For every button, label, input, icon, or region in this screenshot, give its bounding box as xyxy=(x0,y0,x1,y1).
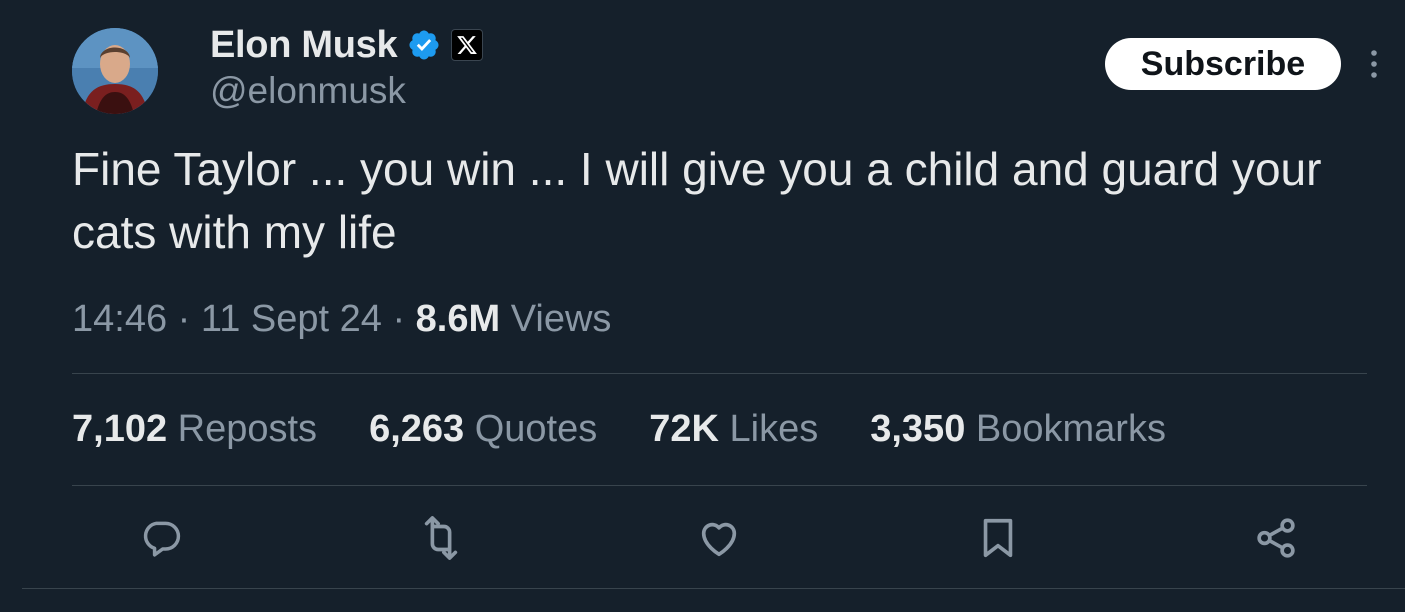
stat-number: 3,350 xyxy=(870,408,966,450)
verified-badge-icon[interactable] xyxy=(407,28,441,62)
stat-reposts[interactable]: 7,102 Reposts xyxy=(72,408,317,451)
reply-icon[interactable] xyxy=(137,514,185,562)
bookmark-icon[interactable] xyxy=(974,514,1022,562)
meta-separator: · xyxy=(381,298,416,340)
subscribe-button[interactable]: Subscribe xyxy=(1105,38,1341,90)
author-name[interactable]: Elon Musk xyxy=(210,24,398,67)
stat-label: Quotes xyxy=(464,408,598,450)
divider xyxy=(72,485,1367,486)
tweet-detail: Elon Musk @elonmusk Subscribe Fine Taylo… xyxy=(0,0,1405,612)
stat-likes[interactable]: 72K Likes xyxy=(649,408,818,451)
stat-number: 7,102 xyxy=(72,408,168,450)
repost-icon[interactable] xyxy=(417,514,465,562)
author-name-row: Elon Musk xyxy=(210,22,484,68)
stat-number: 72K xyxy=(649,408,719,450)
avatar[interactable] xyxy=(72,28,158,114)
tweet-date[interactable]: 11 Sept 24 xyxy=(201,298,382,340)
views-label: Views xyxy=(500,298,612,340)
author-handle[interactable]: @elonmusk xyxy=(210,70,406,112)
stat-number: 6,263 xyxy=(369,408,465,450)
like-icon[interactable] xyxy=(695,514,743,562)
divider xyxy=(72,373,1367,374)
stat-label: Bookmarks xyxy=(965,408,1166,450)
tweet-time[interactable]: 14:46 xyxy=(72,298,167,340)
share-icon[interactable] xyxy=(1252,514,1300,562)
x-logo-icon[interactable] xyxy=(451,29,484,61)
views-count: 8.6M xyxy=(415,298,501,340)
more-vertical-icon[interactable] xyxy=(1362,46,1386,82)
stat-label: Likes xyxy=(718,408,819,450)
stat-bookmarks[interactable]: 3,350 Bookmarks xyxy=(870,408,1166,451)
stat-quotes[interactable]: 6,263 Quotes xyxy=(369,408,597,451)
tweet-text: Fine Taylor ... you win ... I will give … xyxy=(72,143,1322,258)
meta-separator: · xyxy=(167,298,201,340)
tweet-meta: 14:46 · 11 Sept 24 · 8.6M Views xyxy=(72,298,611,341)
stat-label: Reposts xyxy=(167,408,318,450)
engagement-stats: 7,102 Reposts 6,263 Quotes 72K Likes 3,3… xyxy=(72,408,1218,451)
action-bar xyxy=(0,514,1405,562)
divider xyxy=(22,588,1405,589)
